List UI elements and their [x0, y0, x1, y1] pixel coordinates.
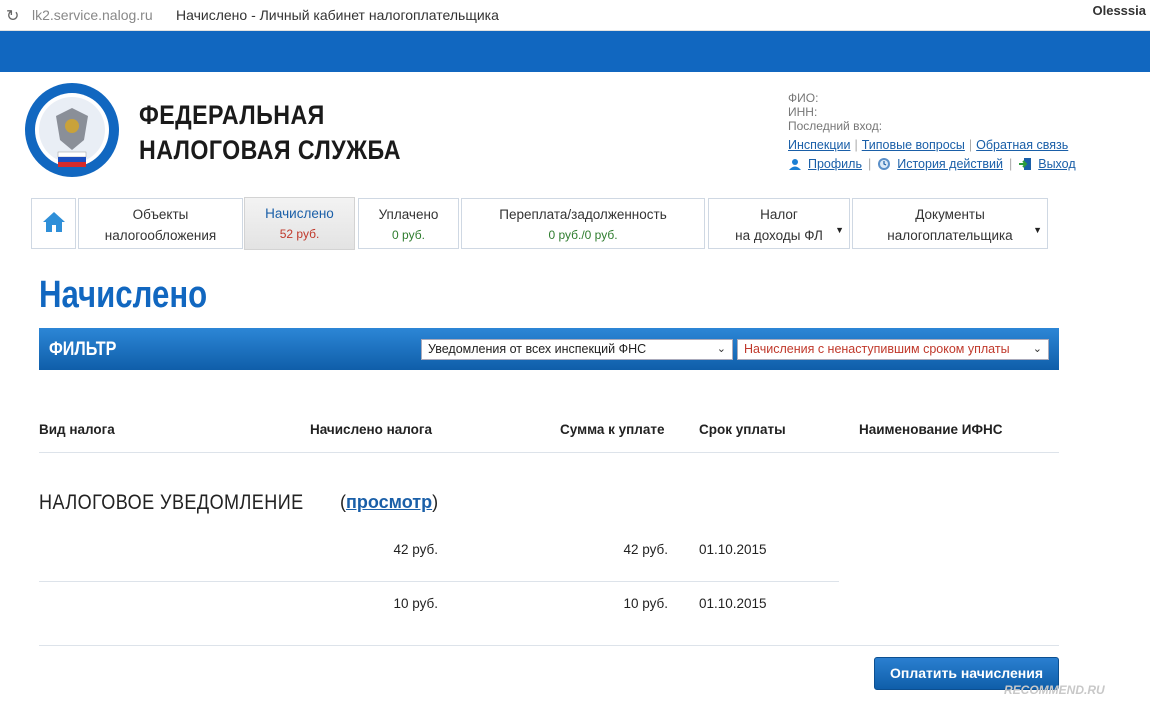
logout-icon [1019, 158, 1032, 170]
tab-amount: 0 руб./0 руб. [548, 228, 618, 242]
org-name-line1: ФЕДЕРАЛЬНАЯ [139, 100, 325, 130]
tab-amount: 52 руб. [279, 227, 320, 241]
logout-link[interactable]: Выход [1038, 157, 1075, 171]
tab-label: Уплачено [378, 207, 439, 222]
address-bar[interactable]: lk2.service.nalog.ru [32, 7, 153, 23]
inspection-filter-select[interactable]: Уведомления от всех инспекций ФНС ⌄ [421, 339, 733, 360]
row-due-date: 01.10.2015 [699, 596, 767, 611]
history-icon [878, 158, 891, 170]
column-header-ifns-name: Наименование ИФНС [859, 422, 1003, 437]
browser-user-name[interactable]: Olesssia [1093, 3, 1147, 18]
faq-link[interactable]: Типовые вопросы [862, 138, 965, 152]
inspections-link[interactable]: Инспекции [788, 138, 850, 152]
chevron-down-icon: ⌄ [716, 343, 726, 355]
tab-label: Документы [915, 207, 985, 222]
column-header-due-date: Срок уплаты [699, 422, 786, 437]
profile-link[interactable]: Профиль [808, 157, 862, 171]
watermark: RECOMMEND.RU [1004, 683, 1105, 697]
row-due-date: 01.10.2015 [699, 542, 767, 557]
row-accrued: 10 руб. [393, 596, 438, 611]
tax-notice-title: НАЛОГОВОЕ УВЕДОМЛЕНИЕ [39, 491, 304, 514]
divider [39, 645, 1059, 646]
browser-bar: ↻ lk2.service.nalog.ru Начислено - Личны… [0, 0, 1150, 31]
browser-page-title: Начислено - Личный кабинет налогоплатель… [176, 7, 499, 23]
tab-income-tax[interactable]: Налог на доходы ФЛ ▼ [708, 198, 850, 249]
column-header-payable: Сумма к уплате [560, 422, 665, 437]
reload-icon[interactable]: ↻ [6, 6, 19, 26]
view-notice-link[interactable]: просмотр [346, 492, 432, 512]
fns-emblem-logo[interactable] [24, 82, 120, 178]
tab-taxpayer-documents[interactable]: Документы налогоплательщика ▼ [852, 198, 1048, 249]
tab-accrued[interactable]: Начислено 52 руб. [244, 197, 355, 250]
tab-paid[interactable]: Уплачено 0 руб. [358, 198, 459, 249]
tab-label: на доходы ФЛ [735, 228, 823, 243]
caret-down-icon: ▼ [1033, 225, 1042, 235]
row-payable: 10 руб. [623, 596, 668, 611]
accrual-filter-select[interactable]: Начисления с ненаступившим сроком уплаты… [737, 339, 1049, 360]
page-title: Начислено [39, 274, 208, 316]
tab-overpayment-debt[interactable]: Переплата/задолженность 0 руб./0 руб. [461, 198, 705, 249]
column-header-tax-type: Вид налога [39, 422, 115, 437]
last-login-label: Последний вход: [788, 119, 883, 133]
history-link[interactable]: История действий [897, 157, 1003, 171]
paren-close: ) [432, 492, 439, 512]
org-name: ФЕДЕРАЛЬНАЯ НАЛОГОВАЯ СЛУЖБА [139, 98, 401, 168]
home-tab[interactable] [31, 198, 76, 249]
fio-label: ФИО: [788, 91, 819, 105]
user-info: ФИО: ИНН: Последний вход: [788, 91, 882, 133]
divider [39, 581, 839, 582]
tab-taxable-objects[interactable]: Объекты налогообложения [78, 198, 243, 249]
tab-label: Начислено [265, 206, 334, 221]
tab-amount: 0 руб. [392, 228, 425, 242]
tab-label: налогоплательщика [887, 228, 1013, 243]
select-value: Уведомления от всех инспекций ФНС [428, 342, 647, 356]
caret-down-icon: ▼ [835, 225, 844, 235]
row-payable: 42 руб. [623, 542, 668, 557]
filter-bar: ФИЛЬТР Уведомления от всех инспекций ФНС… [39, 328, 1059, 370]
org-name-line2: НАЛОГОВАЯ СЛУЖБА [139, 135, 401, 165]
select-value: Начисления с ненаступившим сроком уплаты [744, 342, 1010, 356]
top-blue-band [0, 31, 1150, 72]
home-icon [42, 212, 65, 232]
column-header-accrued: Начислено налога [310, 422, 433, 437]
row-accrued: 42 руб. [393, 542, 438, 557]
header-links: Инспекции | Типовые вопросы | Обратная связь [788, 138, 1069, 152]
chevron-down-icon: ⌄ [1032, 343, 1042, 355]
filter-label: ФИЛЬТР [49, 339, 117, 360]
account-links: Профиль | История действий | Выход [788, 157, 1076, 171]
divider [39, 452, 1059, 453]
profile-icon [789, 159, 801, 170]
tab-label: Объекты [132, 207, 189, 222]
feedback-link[interactable]: Обратная связь [976, 138, 1068, 152]
inn-label: ИНН: [788, 105, 818, 119]
tab-label: Переплата/задолженность [499, 207, 667, 222]
view-link-wrapper: (просмотр) [340, 492, 438, 513]
tab-label: налогообложения [104, 228, 217, 243]
tab-label: Налог [760, 207, 798, 222]
